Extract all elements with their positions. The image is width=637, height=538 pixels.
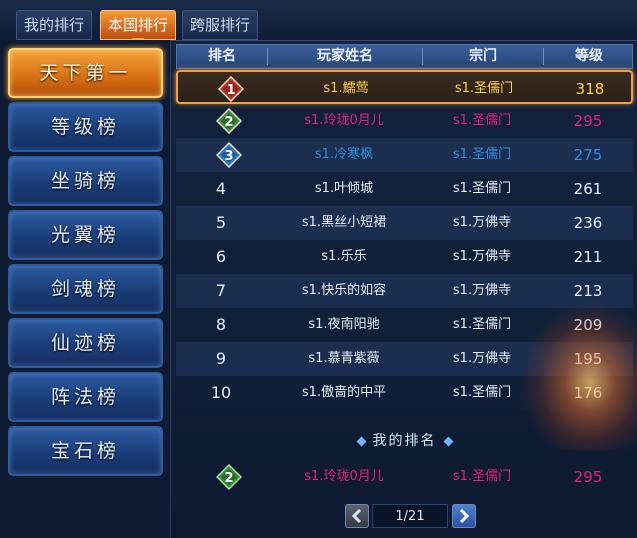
player-level: 318 [575,80,605,98]
ranking-table: 排名 玩家姓名 宗门 等级 1 s1.鱬莺 s1.圣儒门 318 2 s1.玲珑0月儿 s1… [176,44,633,538]
ranking-category-sidebar: 天下第一 等级榜 坐骑榜 光翼榜 剑魂榜 仙迹榜 阵法榜 宝石榜 [0,40,171,538]
diamond-icon [356,436,366,446]
rank-badge-bronze-icon: 3 [216,142,242,168]
chevron-right-icon [459,508,470,524]
sect-name: s1.圣儒门 [452,385,512,400]
rank-badge-number: 2 [224,115,233,130]
player-level: 213 [573,282,603,300]
sidebar-item-mount[interactable]: 坐骑榜 [8,156,163,206]
sidebar-item-sword-soul[interactable]: 剑魂榜 [8,264,163,314]
sect-name: s1.万佛寺 [452,215,512,230]
rank-number: 8 [215,315,227,334]
table-row[interactable]: 4 s1.叶倾城 s1.圣儒门 261 [176,172,633,206]
my-rank-divider: 我的排名 [176,430,633,450]
rank-number: 6 [215,247,227,266]
sect-name: s1.圣儒门 [454,81,514,96]
header-player-name: 玩家姓名 [317,48,373,64]
prev-page-button[interactable] [345,504,369,528]
player-name: s1.傲啬的中平 [301,385,387,400]
rank-badge-number: 1 [226,83,235,98]
player-level: 236 [573,214,603,232]
player-name: s1.乐乐 [321,249,367,264]
sidebar-item-level[interactable]: 等级榜 [8,102,163,152]
player-level: 176 [573,384,603,402]
header-rank: 排名 [208,48,236,64]
player-name: s1.黑丝小短裙 [301,215,387,230]
rank-badge-number: 3 [224,149,233,164]
player-name: s1.夜南阳驰 [308,317,380,332]
diamond-icon [443,436,453,446]
chevron-left-icon [351,508,362,524]
tab-cross-server-ranking[interactable]: 跨服排行 [182,10,259,40]
tab-national-ranking[interactable]: 本国排行 [100,10,177,40]
my-rank-sect: s1.圣儒门 [452,469,512,484]
rank-number: 5 [215,213,227,232]
rank-badge-silver-icon: 2 [216,108,242,134]
table-row[interactable]: 6 s1.乐乐 s1.万佛寺 211 [176,240,633,274]
rank-number: 4 [215,179,227,198]
sect-name: s1.圣儒门 [452,147,512,162]
sidebar-item-wings[interactable]: 光翼榜 [8,210,163,260]
table-row[interactable]: 2 s1.玲珑0月儿 s1.圣儒门 295 [176,104,633,138]
tab-my-ranking[interactable]: 我的排行 [16,10,93,40]
sect-name: s1.万佛寺 [452,283,512,298]
sect-name: s1.圣儒门 [452,181,512,196]
rank-badge-silver-icon: 2 [216,464,242,490]
player-name: s1.冷寒枫 [314,147,374,162]
header-level: 等级 [575,48,603,64]
next-page-button[interactable] [452,504,476,528]
sect-name: s1.圣儒门 [452,113,512,128]
player-level: 195 [573,350,603,368]
table-row[interactable]: 5 s1.黑丝小短裙 s1.万佛寺 236 [176,206,633,240]
table-row[interactable]: 1 s1.鱬莺 s1.圣儒门 318 [176,70,633,104]
player-level: 295 [573,112,603,130]
my-rank-row[interactable]: 2 s1.玲珑0月儿 s1.圣儒门 295 [176,460,633,494]
sidebar-item-gem[interactable]: 宝石榜 [8,426,163,476]
player-level: 211 [573,248,603,266]
sect-name: s1.圣儒门 [452,317,512,332]
sidebar-item-immortal-trace[interactable]: 仙迹榜 [8,318,163,368]
rank-number: 7 [215,281,227,300]
player-level: 275 [573,146,603,164]
player-name: s1.鱬莺 [323,81,369,96]
player-name: s1.慕青紫薇 [308,351,380,366]
table-row[interactable]: 3 s1.冷寒枫 s1.圣儒门 275 [176,138,633,172]
sect-name: s1.万佛寺 [452,249,512,264]
page-indicator: 1/21 [372,504,448,528]
my-rank-badge-number: 2 [224,471,233,486]
player-name: s1.玲珑0月儿 [304,113,384,128]
table-row[interactable]: 9 s1.慕青紫薇 s1.万佛寺 195 [176,342,633,376]
rank-number: 9 [215,349,227,368]
tab-bar: 我的排行 本国排行 跨服排行 [0,0,637,41]
rank-badge-gold-icon: 1 [218,76,244,102]
sidebar-item-formation[interactable]: 阵法榜 [8,372,163,422]
table-row[interactable]: 8 s1.夜南阳驰 s1.圣儒门 209 [176,308,633,342]
header-sect: 宗门 [469,48,497,64]
player-level: 209 [573,316,603,334]
player-name: s1.快乐的如容 [301,283,387,298]
player-name: s1.叶倾城 [314,181,374,196]
my-rank-title: 我的排名 [372,433,437,449]
table-row[interactable]: 10 s1.傲啬的中平 s1.圣儒门 176 [176,376,633,410]
ranking-window: 我的排行 本国排行 跨服排行 天下第一 等级榜 坐骑榜 光翼榜 剑魂榜 仙迹榜 … [0,0,637,538]
player-level: 261 [573,180,603,198]
table-header: 排名 玩家姓名 宗门 等级 [176,44,633,69]
my-rank-name: s1.玲珑0月儿 [304,469,384,484]
table-row[interactable]: 7 s1.快乐的如容 s1.万佛寺 213 [176,274,633,308]
sect-name: s1.万佛寺 [452,351,512,366]
sidebar-item-world-first[interactable]: 天下第一 [8,48,163,98]
my-rank-level: 295 [573,468,603,486]
rank-number: 10 [210,383,232,402]
